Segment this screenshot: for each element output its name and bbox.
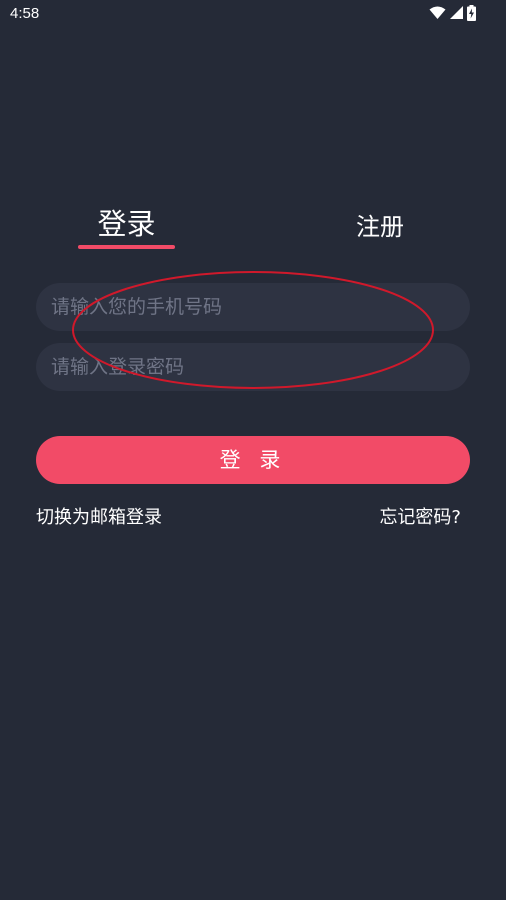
battery-charging-icon — [467, 5, 476, 21]
login-button[interactable]: 登 录 — [36, 436, 470, 484]
status-time: 4:58 — [10, 5, 40, 22]
tab-register[interactable]: 注册 — [340, 207, 420, 242]
wifi-icon — [429, 6, 446, 20]
signal-icon — [450, 6, 463, 20]
password-input[interactable] — [36, 343, 470, 391]
phone-field — [36, 283, 470, 331]
status-icons — [429, 5, 476, 21]
phone-input[interactable] — [36, 283, 470, 331]
tab-login[interactable]: 登录 — [78, 201, 175, 243]
status-bar: 4:58 — [0, 0, 506, 28]
login-screen: 4:58 登录 注册 请输入您的手机号码 登 录 切换为邮箱登录 忘记密码? — [0, 0, 506, 900]
active-tab-indicator — [78, 245, 175, 249]
switch-email-login-link[interactable]: 切换为邮箱登录 — [36, 503, 162, 529]
password-field — [36, 343, 470, 391]
forgot-password-link[interactable]: 忘记密码? — [379, 503, 461, 529]
